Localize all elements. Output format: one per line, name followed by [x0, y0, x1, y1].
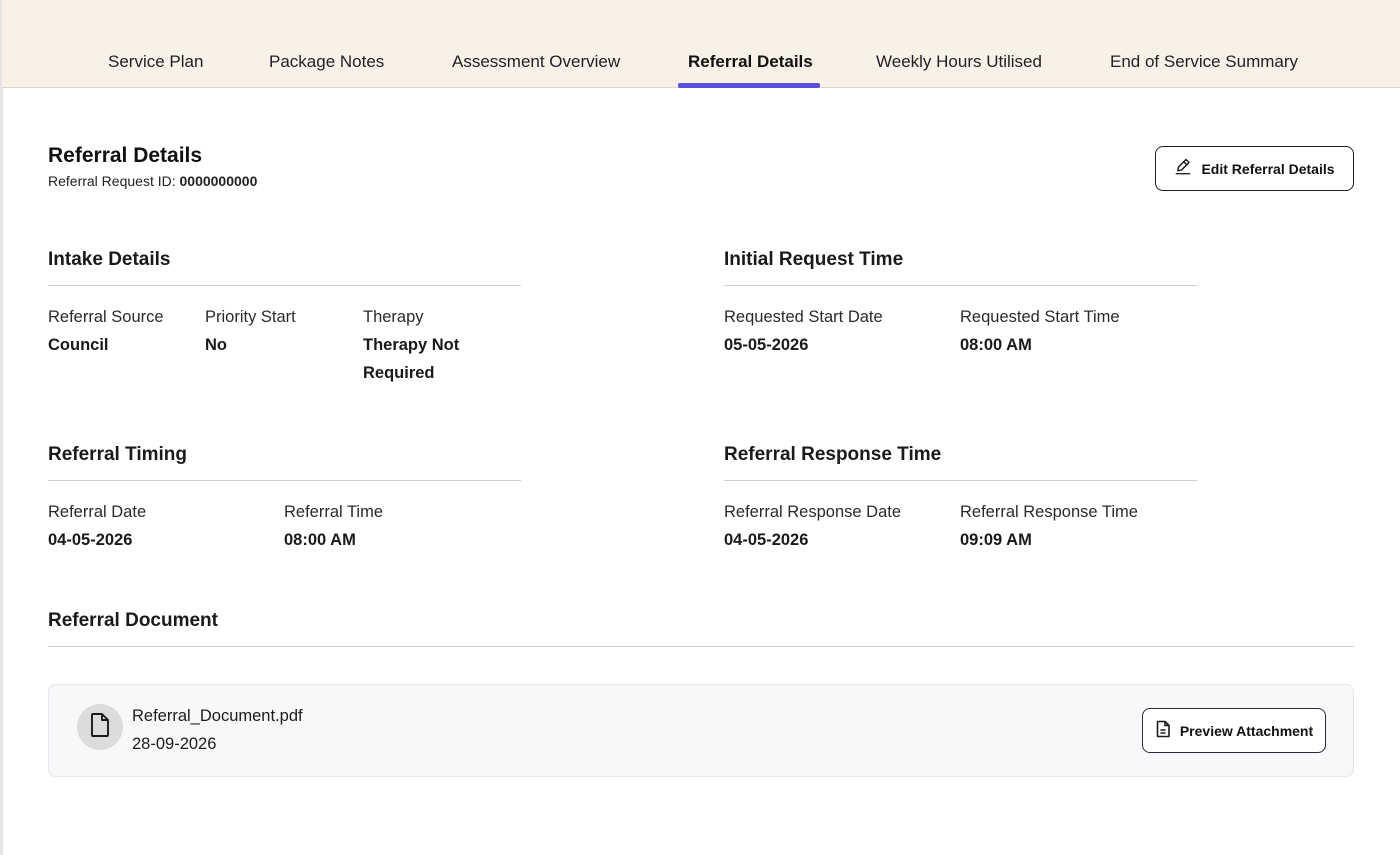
- tab-end-of-service-summary[interactable]: End of Service Summary: [1110, 52, 1298, 88]
- referral-document-divider: [48, 646, 1354, 647]
- preview-attachment-button[interactable]: Preview Attachment: [1142, 708, 1326, 753]
- request-id-label: Referral Request ID:: [48, 173, 176, 189]
- requested-start-time-label: Requested Start Time: [960, 308, 1120, 326]
- referral-time-label: Referral Time: [284, 503, 384, 521]
- tab-weekly-hours-utilised[interactable]: Weekly Hours Utilised: [876, 52, 1042, 88]
- referral-source-value: Council: [48, 336, 109, 354]
- tab-bar: Service Plan Package Notes Assessment Ov…: [2, 0, 1400, 88]
- file-icon: [88, 712, 112, 743]
- requested-start-date-label: Requested Start Date: [724, 308, 883, 326]
- document-icon: [1155, 720, 1171, 741]
- referral-date-label: Referral Date: [48, 503, 147, 521]
- initial-request-time-title: Initial Request Time: [724, 249, 904, 270]
- document-file-date: 28-09-2026: [132, 735, 217, 753]
- intake-details-title: Intake Details: [48, 249, 171, 270]
- preview-button-label: Preview Attachment: [1179, 722, 1314, 739]
- active-tab-indicator: [678, 83, 820, 88]
- referral-response-date-value: 04-05-2026: [724, 531, 809, 549]
- request-id-value: 0000000000: [179, 173, 258, 189]
- tab-assessment-overview[interactable]: Assessment Overview: [452, 52, 620, 88]
- referral-source-label: Referral Source: [48, 308, 164, 326]
- requested-start-date-value: 05-05-2026: [724, 336, 809, 354]
- referral-document-card: Referral_Document.pdf 28-09-2026 Preview…: [48, 684, 1354, 777]
- intake-divider: [48, 285, 521, 286]
- requested-start-time-value: 08:00 AM: [960, 336, 1032, 354]
- referral-timing-divider: [48, 480, 521, 481]
- priority-start-label: Priority Start: [205, 308, 296, 326]
- referral-response-time-value: 09:09 AM: [960, 531, 1032, 549]
- referral-document-title: Referral Document: [48, 610, 218, 631]
- referral-time-value: 08:00 AM: [284, 531, 356, 549]
- edit-button-label: Edit Referral Details: [1201, 160, 1335, 177]
- pencil-icon: [1174, 158, 1192, 179]
- referral-response-time-title: Referral Response Time: [724, 444, 942, 465]
- referral-request-id: Referral Request ID: 0000000000: [48, 173, 257, 189]
- referral-date-value: 04-05-2026: [48, 531, 133, 549]
- initial-request-divider: [724, 285, 1197, 286]
- page-title: Referral Details: [48, 144, 203, 167]
- priority-start-value: No: [205, 336, 227, 354]
- referral-timing-title: Referral Timing: [48, 444, 188, 465]
- referral-response-divider: [724, 480, 1197, 481]
- edit-referral-details-button[interactable]: Edit Referral Details: [1155, 146, 1354, 191]
- tab-package-notes[interactable]: Package Notes: [269, 52, 384, 88]
- referral-response-time-label: Referral Response Time: [960, 503, 1138, 521]
- therapy-value: Therapy Not Required: [363, 336, 460, 382]
- referral-response-date-label: Referral Response Date: [724, 503, 902, 521]
- therapy-label: Therapy: [363, 308, 424, 326]
- file-icon-badge: [77, 704, 123, 750]
- page-left-border: [0, 0, 3, 855]
- document-file-name[interactable]: Referral_Document.pdf: [132, 707, 303, 726]
- tab-service-plan[interactable]: Service Plan: [108, 52, 203, 88]
